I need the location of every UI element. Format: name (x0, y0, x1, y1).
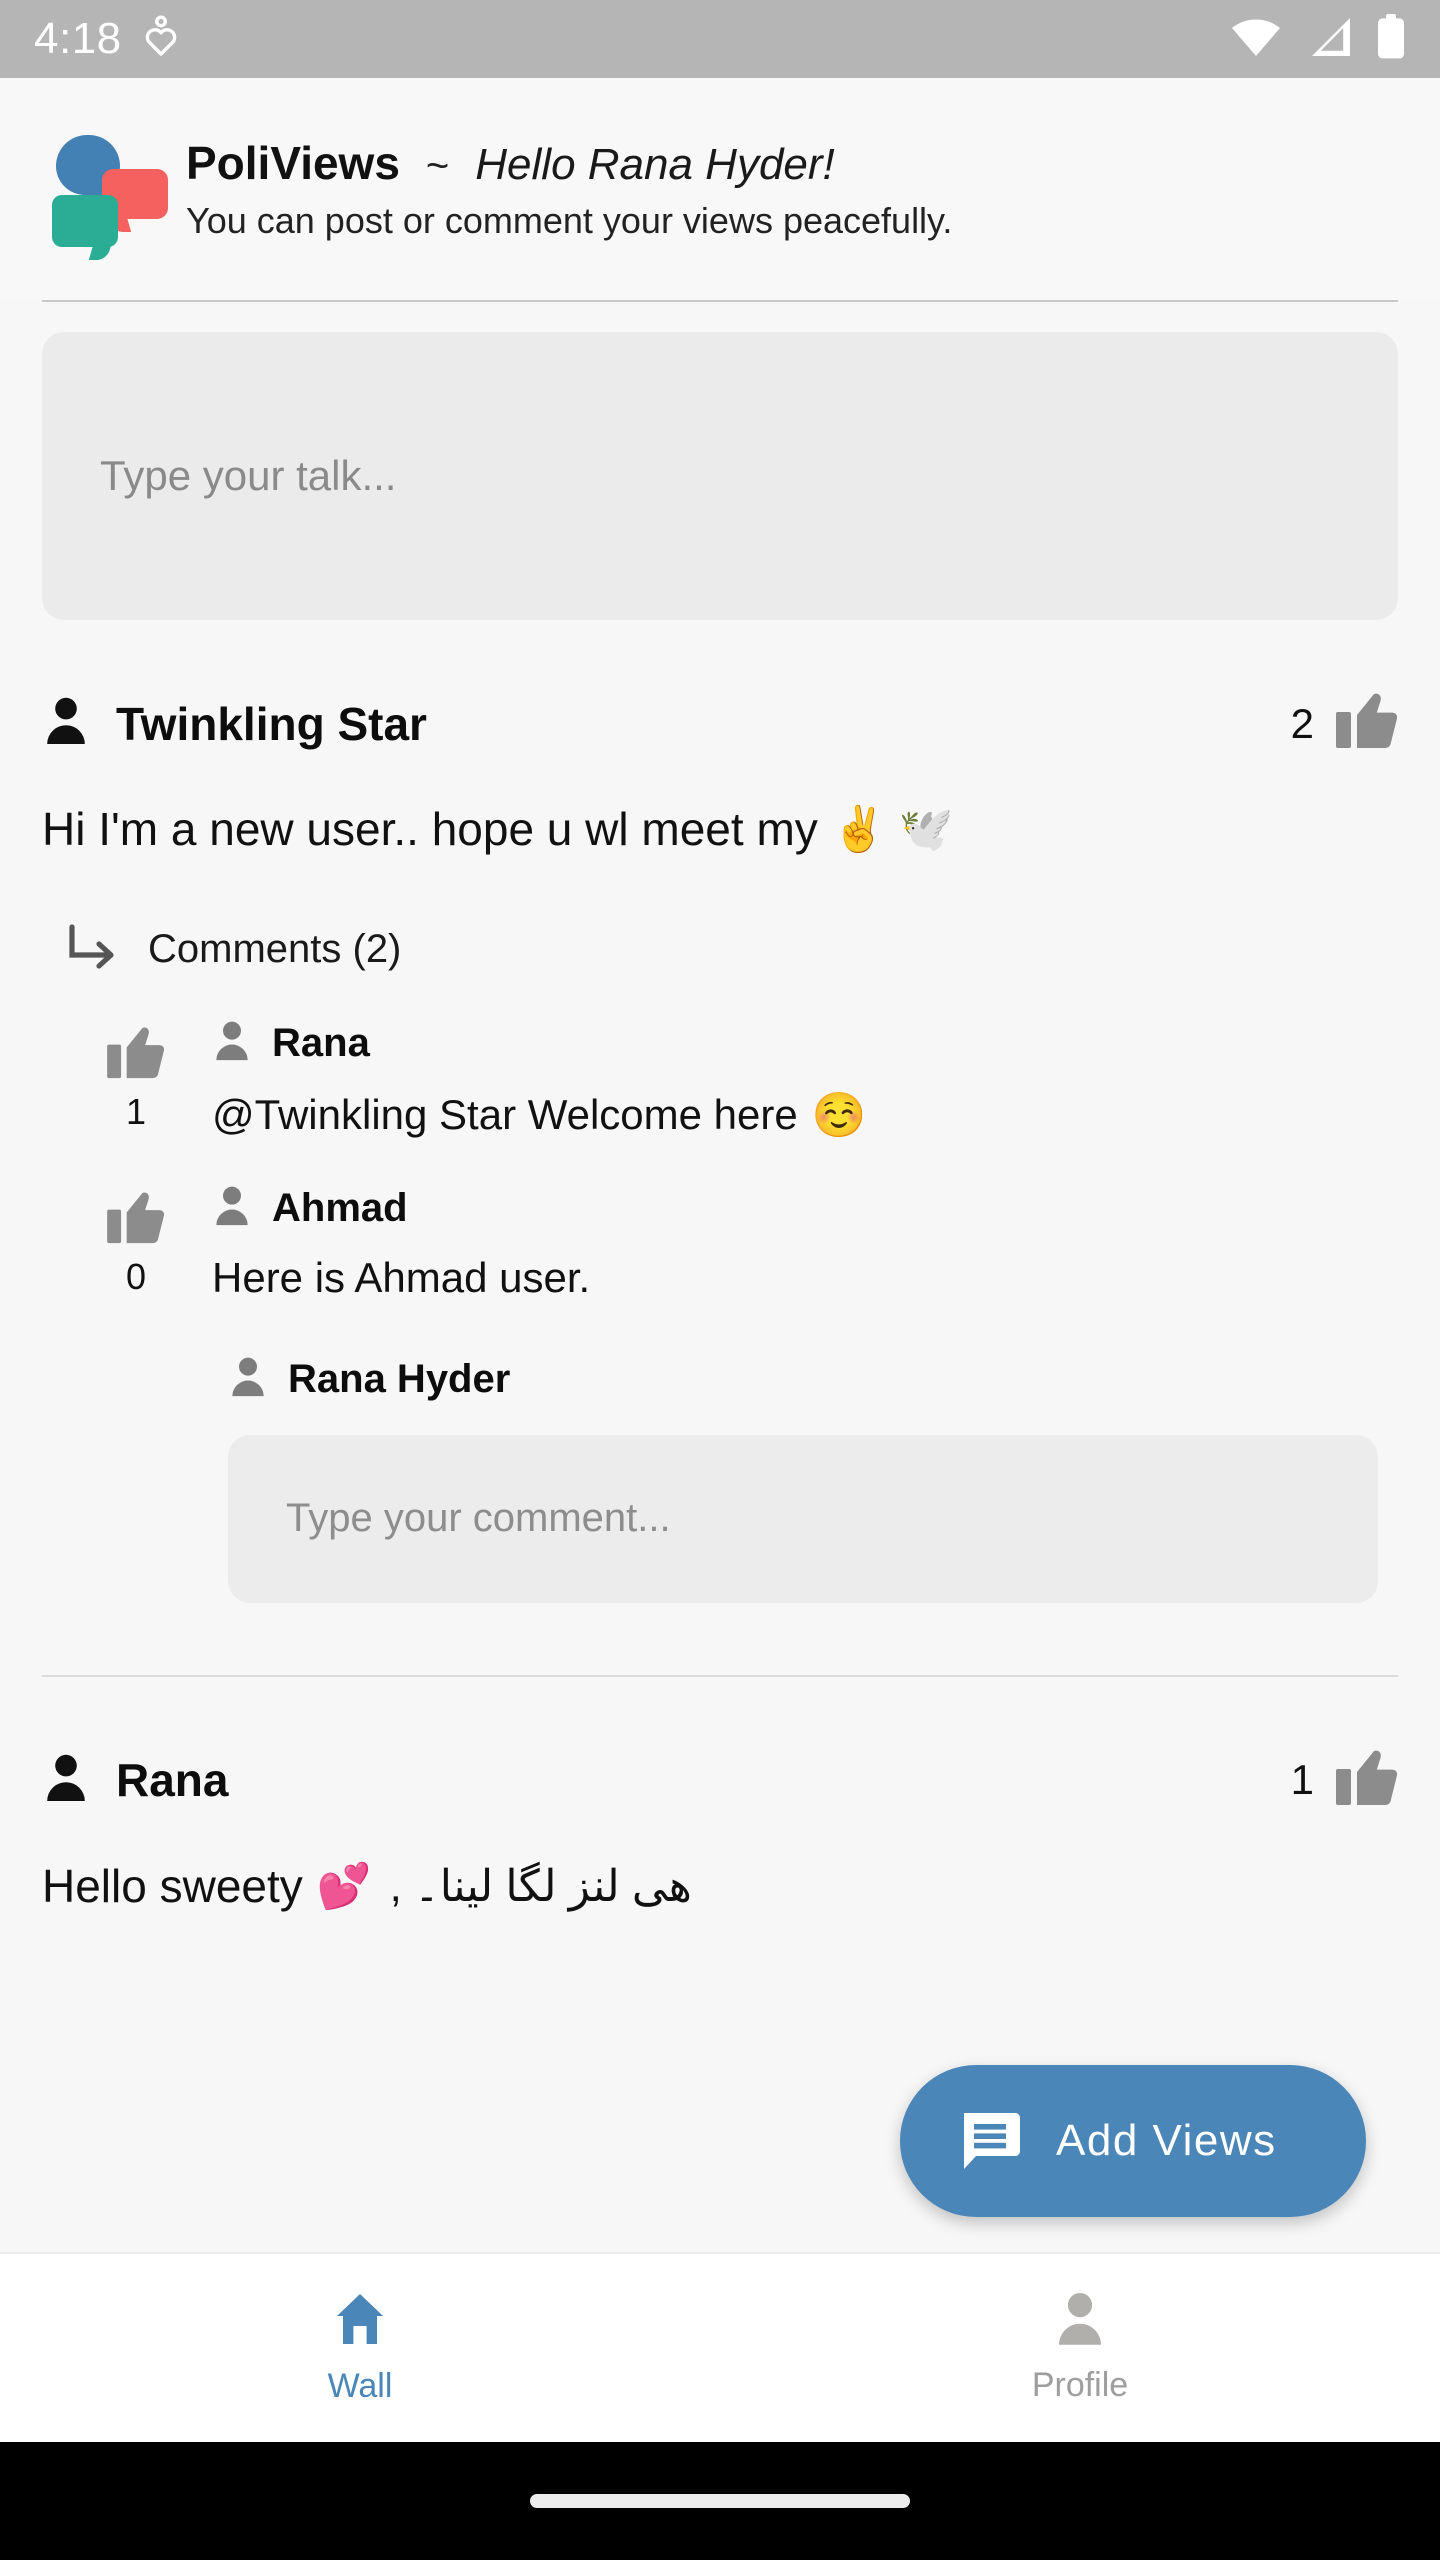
post-header: Rana 1 (42, 1677, 1398, 1812)
comment-author-name: Ahmad (272, 1185, 408, 1230)
user-greeting: Hello Rana Hyder! (475, 140, 835, 189)
cellular-signal-icon (1306, 16, 1352, 63)
post-text: Hi I'm a new user.. hope u wl meet my (42, 803, 818, 855)
header-title-row: PoliViews ~ Hello Rana Hyder! (186, 136, 952, 190)
thumbs-up-icon[interactable] (107, 1191, 165, 1250)
add-views-label: Add Views (1056, 2116, 1277, 2165)
post-text-row: Hello sweety 💕 ھی لنز لگا لینا۔ , (42, 1858, 1398, 1916)
thumbs-up-icon[interactable] (1336, 1749, 1398, 1812)
person-icon (228, 1356, 268, 1403)
app-title: PoliViews (186, 137, 400, 189)
logo-bubble-teal (52, 195, 118, 247)
comment-author-group[interactable]: Ahmad (212, 1185, 1398, 1232)
add-views-fab[interactable]: Add Views (900, 2065, 1366, 2217)
post-item: Twinkling Star 2 Hi I'm a new user.. hop… (0, 620, 1440, 1677)
comment-text-row: Here is Ahmad user. (212, 1254, 1398, 1302)
comment-author-group[interactable]: Rana (212, 1020, 1398, 1067)
comment-body: Ahmad Here is Ahmad user. (188, 1185, 1398, 1302)
comment-input-placeholder: Type your comment... (286, 1496, 671, 1540)
post-emojis: 💕 (316, 1861, 372, 1911)
message-lines-icon (958, 2107, 1022, 2176)
post-item: Rana 1 Hello sweety 💕 ھی لنز لگا لینا۔ , (0, 1677, 1440, 1916)
home-icon (331, 2290, 389, 2353)
person-icon (212, 1020, 252, 1067)
header-separator: ~ (425, 144, 450, 188)
person-icon (42, 1753, 90, 1808)
battery-icon (1376, 13, 1406, 65)
gesture-pill[interactable] (530, 2494, 910, 2508)
bottom-navigation: Wall Profile (0, 2252, 1440, 2442)
comments-count-label: Comments (2) (148, 926, 402, 971)
post-author-group[interactable]: Rana (42, 1753, 228, 1808)
post-composer-placeholder: Type your talk... (100, 452, 397, 499)
comment-item: 0 Ahmad Here is Ahmad user. (42, 1185, 1398, 1302)
post-like-count: 1 (1290, 1756, 1314, 1803)
reply-author-name: Rana Hyder (288, 1356, 511, 1401)
header-subtitle: You can post or comment your views peace… (186, 200, 953, 241)
comment-input[interactable]: Type your comment... (228, 1434, 1378, 1603)
comment-like-count: 1 (125, 1090, 147, 1132)
thumbs-up-icon[interactable] (1336, 692, 1398, 755)
post-author-name: Rana (116, 1754, 229, 1806)
post-text: Hello sweety (42, 1859, 303, 1912)
poliviews-logo (42, 133, 168, 247)
person-icon (42, 696, 90, 751)
status-bar-right (1230, 13, 1406, 65)
nav-item-profile[interactable]: Profile (720, 2254, 1440, 2442)
comment-text-row: @Twinkling Star Welcome here ☺️ (212, 1089, 1398, 1141)
post-author-group[interactable]: Twinkling Star (42, 696, 427, 751)
post-composer[interactable]: Type your talk... (42, 332, 1398, 620)
reply-arrow-icon (66, 923, 120, 976)
comment-body: Rana @Twinkling Star Welcome here ☺️ (188, 1020, 1398, 1141)
nav-label-wall: Wall (327, 2367, 393, 2405)
header-text-block: PoliViews ~ Hello Rana Hyder! You can po… (186, 136, 952, 242)
wifi-icon (1230, 16, 1282, 63)
thumbs-up-icon[interactable] (107, 1026, 165, 1085)
nav-label-profile: Profile (1031, 2366, 1129, 2404)
comment-author-name: Rana (272, 1020, 370, 1065)
status-bar: 4:18 (0, 0, 1440, 78)
header-divider (42, 300, 1398, 302)
app-header: PoliViews ~ Hello Rana Hyder! You can po… (0, 78, 1440, 300)
post-like-group[interactable]: 2 (1291, 692, 1398, 755)
comment-like-group[interactable]: 0 (84, 1185, 188, 1302)
heart-health-icon (144, 14, 178, 64)
post-header: Twinkling Star 2 (42, 620, 1398, 755)
comment-text: Here is Ahmad user. (212, 1253, 591, 1301)
comments-header[interactable]: Comments (2) (42, 923, 1398, 976)
person-icon (212, 1185, 252, 1232)
comment-like-group[interactable]: 1 (84, 1020, 188, 1141)
person-icon (1053, 2291, 1107, 2352)
post-emojis: ✌️ 🕊️ (831, 805, 954, 855)
comment-item: 1 Rana @Twinkling Star Welcome here ☺️ (42, 1020, 1398, 1141)
post-feed: Twinkling Star 2 Hi I'm a new user.. hop… (0, 620, 1440, 1915)
post-like-count: 2 (1290, 699, 1314, 747)
comment-emoji: ☺️ (811, 1090, 867, 1140)
system-gesture-bar (0, 2442, 1440, 2560)
post-text-row: Hi I'm a new user.. hope u wl meet my ✌️… (42, 801, 1398, 859)
post-like-group[interactable]: 1 (1291, 1749, 1398, 1812)
status-bar-left: 4:18 (34, 14, 178, 64)
reply-author-group: Rana Hyder (228, 1356, 1398, 1403)
nav-item-wall[interactable]: Wall (0, 2254, 720, 2442)
post-author-name: Twinkling Star (116, 697, 427, 750)
comment-like-count: 0 (125, 1255, 147, 1297)
comment-text: @Twinkling Star Welcome here (212, 1090, 798, 1138)
post-text-rtl: ھی لنز لگا لینا۔ , (389, 1861, 692, 1911)
status-time: 4:18 (34, 14, 122, 63)
